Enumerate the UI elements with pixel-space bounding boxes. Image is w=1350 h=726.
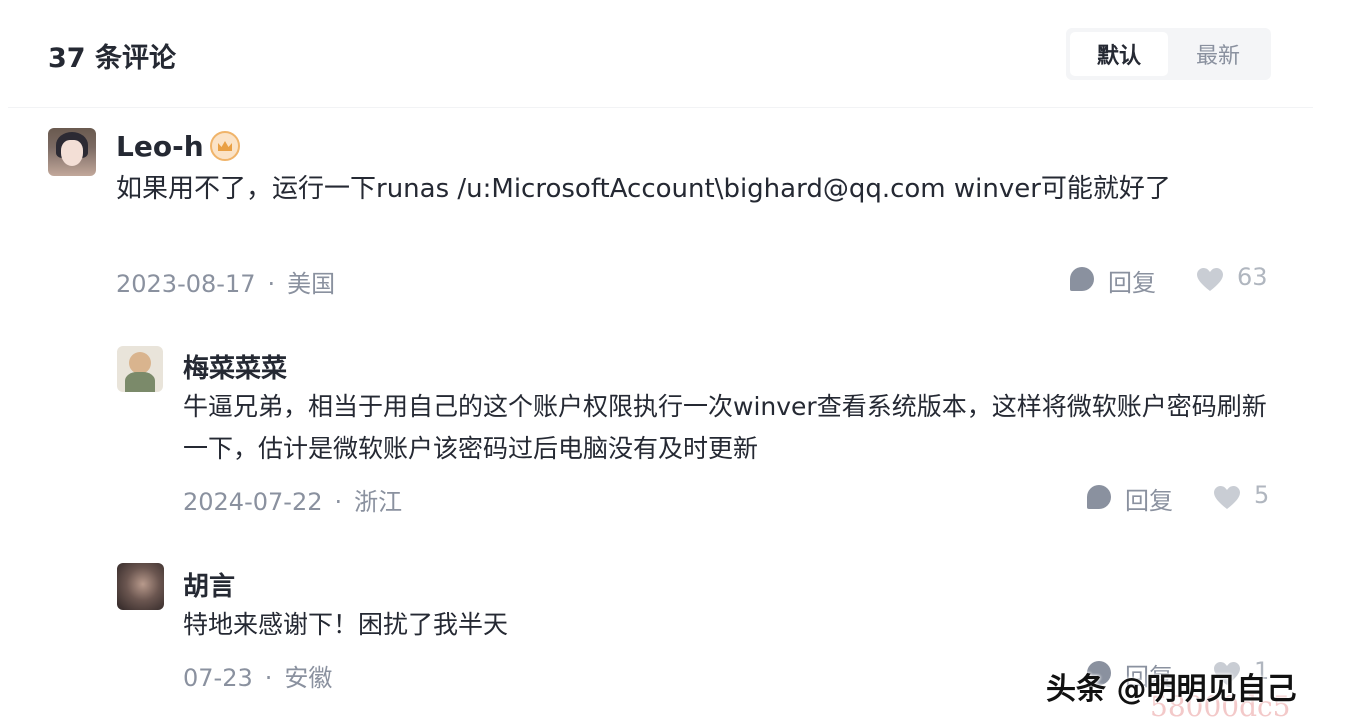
reply-bubble-icon [1087, 485, 1111, 509]
meta-separator: · [264, 664, 273, 692]
heart-icon [1197, 268, 1223, 291]
comment-location: 美国 [287, 270, 336, 298]
avatar-face [61, 140, 83, 166]
comment-location: 安徽 [284, 664, 333, 692]
sort-tab-default[interactable]: 默认 [1070, 32, 1168, 76]
like-count: 63 [1237, 263, 1268, 291]
meta-separator: · [267, 270, 276, 298]
comment-date: 2023-08-17 [116, 270, 256, 298]
comment-location: 浙江 [354, 488, 403, 516]
comment-author[interactable]: 胡言 [183, 566, 235, 603]
avatar-body [125, 372, 155, 392]
crown-badge-icon [210, 131, 240, 161]
comments-header: 37 条评论 默认 最新 [8, 0, 1313, 108]
avatar[interactable] [117, 346, 163, 392]
avatar-head [129, 352, 151, 374]
comment-date: 2024-07-22 [183, 488, 323, 516]
reply-label: 回复 [1108, 269, 1156, 297]
like-button[interactable]: 5 [1214, 480, 1294, 514]
comment-date: 07-23 [183, 664, 253, 692]
like-button[interactable]: 63 [1197, 262, 1277, 296]
like-count: 5 [1254, 481, 1270, 509]
comment-content: 牛逼兄弟，相当于用自己的这个账户权限执行一次winver查看系统版本，这样将微软… [183, 392, 1267, 463]
meta-separator: · [334, 488, 343, 516]
comment-meta: 2024-07-22 · 浙江 [183, 482, 402, 517]
toutiao-watermark: 头条 @明明见自己 [1046, 672, 1297, 707]
reply-bubble-icon [1070, 267, 1094, 291]
reply-button[interactable]: 回复 [1087, 480, 1187, 515]
reply-label: 回复 [1125, 487, 1173, 515]
comment-content: 如果用不了，运行一下runas /u:MicrosoftAccount\bigh… [116, 174, 1171, 204]
comment-author[interactable]: 梅菜菜菜 [183, 348, 287, 385]
sort-tab-latest[interactable]: 最新 [1169, 32, 1267, 76]
sort-tabs: 默认 最新 [1066, 28, 1271, 80]
avatar[interactable] [117, 563, 164, 610]
reply-button[interactable]: 回复 [1070, 262, 1170, 297]
comment-content: 特地来感谢下！困扰了我半天 [183, 610, 509, 639]
comment-author[interactable]: Leo-h [116, 130, 204, 163]
crown-icon [218, 141, 232, 151]
heart-icon [1214, 486, 1240, 509]
comment-meta: 07-23 · 安徽 [183, 658, 332, 693]
comment-meta: 2023-08-17 · 美国 [116, 264, 335, 299]
comments-count-title: 37 条评论 [48, 43, 176, 74]
avatar[interactable] [48, 128, 96, 176]
